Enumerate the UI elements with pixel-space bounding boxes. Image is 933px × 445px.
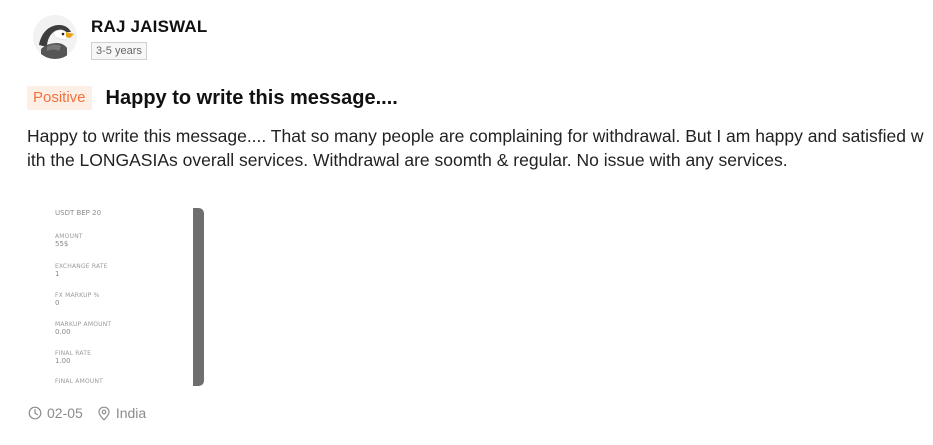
receipt-field-top: USDT BEP 20 — [55, 208, 101, 218]
receipt-field: AMOUNT 55$ — [55, 233, 83, 249]
receipt-value: 1.00 — [55, 357, 71, 365]
receipt-value: 55$ — [55, 240, 69, 248]
receipt-field: EXCHANGE RATE 1 — [55, 263, 108, 279]
avatar[interactable] — [33, 15, 77, 59]
receipt-field: FINAL AMOUNT — [55, 378, 103, 385]
receipt-label: AMOUNT — [55, 233, 83, 240]
review-date: 02-05 — [28, 405, 83, 421]
receipt-label: MARKUP AMOUNT — [55, 321, 112, 328]
review-date-text: 02-05 — [47, 405, 83, 421]
receipt-label: FINAL RATE — [55, 350, 92, 357]
eagle-icon — [33, 15, 77, 59]
receipt-field: FINAL RATE 1.00 — [55, 350, 91, 366]
image-scrollbar[interactable] — [193, 208, 204, 386]
receipt-value: 0 — [55, 299, 60, 307]
receipt-field: FX MARKUP % 0 — [55, 292, 100, 308]
review-title: Happy to write this message.... — [105, 87, 398, 109]
review-location-text: India — [115, 405, 147, 421]
review-title-row: Positive Happy to write this message.... — [27, 86, 398, 110]
attachment-thumbnail[interactable]: USDT BEP 20 AMOUNT 55$ EXCHANGE RATE 1 F… — [27, 208, 204, 386]
location-pin-icon — [98, 406, 110, 421]
receipt-screenshot: USDT BEP 20 AMOUNT 55$ EXCHANGE RATE 1 F… — [27, 208, 194, 386]
reviewer-name[interactable]: RAJ JAISWAL — [91, 17, 208, 37]
receipt-label: FX MARKUP % — [55, 292, 100, 299]
reviewer-header: RAJ JAISWAL 3-5 years — [33, 15, 208, 60]
receipt-label: EXCHANGE RATE — [55, 263, 108, 270]
review-body: Happy to write this message.... That so … — [27, 126, 924, 170]
receipt-value: 0.00 — [55, 328, 71, 336]
clock-icon — [28, 406, 42, 420]
sentiment-badge: Positive — [27, 86, 92, 110]
experience-badge: 3-5 years — [91, 42, 147, 60]
review-location: India — [97, 405, 146, 421]
receipt-value: 1 — [55, 270, 60, 278]
receipt-value: USDT BEP 20 — [55, 209, 102, 217]
review-meta: 02-05 India — [28, 405, 146, 421]
receipt-field: MARKUP AMOUNT 0.00 — [55, 321, 111, 337]
receipt-label: FINAL AMOUNT — [55, 378, 104, 385]
